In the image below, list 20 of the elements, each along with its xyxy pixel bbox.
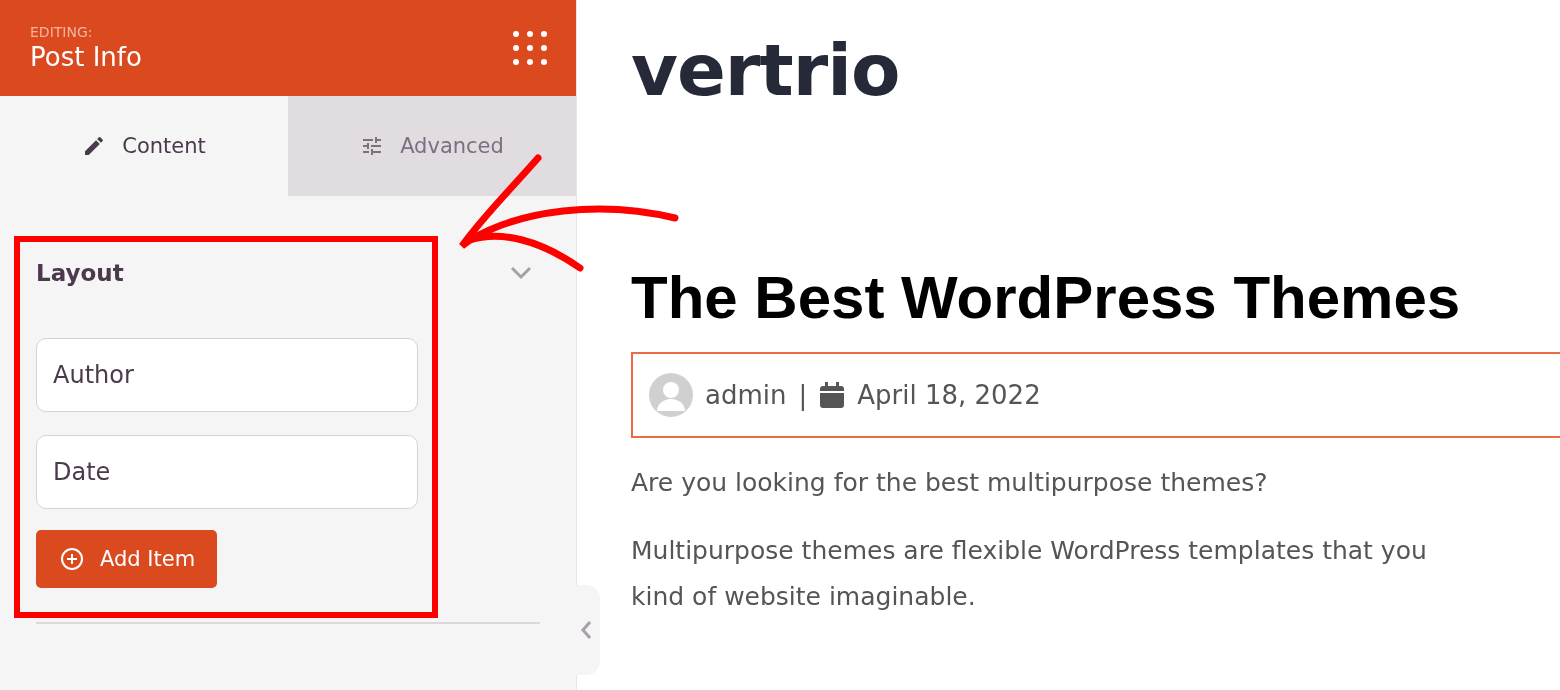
post-date: April 18, 2022	[857, 380, 1041, 410]
avatar-icon	[649, 373, 693, 417]
paragraph-line: kind of website imaginable.	[631, 581, 976, 613]
section-title: Layout	[36, 260, 124, 286]
panel-title: Post Info	[30, 42, 142, 72]
paragraph-line: Are you looking for the best multipurpose themes?	[631, 467, 1268, 499]
meta-separator: |	[798, 380, 808, 410]
site-logo[interactable]: vertrio	[631, 34, 900, 106]
editing-label: EDITING:	[30, 24, 94, 40]
plus-circle-icon	[60, 547, 84, 571]
chevron-left-icon	[580, 620, 592, 640]
list-item-field[interactable]: Author	[36, 338, 418, 412]
chevron-down-icon[interactable]	[510, 266, 532, 280]
paragraph-line: Multipurpose themes are flexible WordPress templates that you	[631, 535, 1427, 567]
author-name[interactable]: admin	[705, 380, 787, 410]
calendar-icon	[819, 381, 846, 409]
post-title: The Best WordPress Themes	[631, 268, 1461, 328]
add-item-button[interactable]: Add Item	[36, 530, 218, 588]
list-item-field[interactable]: Date	[36, 435, 418, 509]
grid-dots-icon[interactable]	[512, 30, 548, 66]
